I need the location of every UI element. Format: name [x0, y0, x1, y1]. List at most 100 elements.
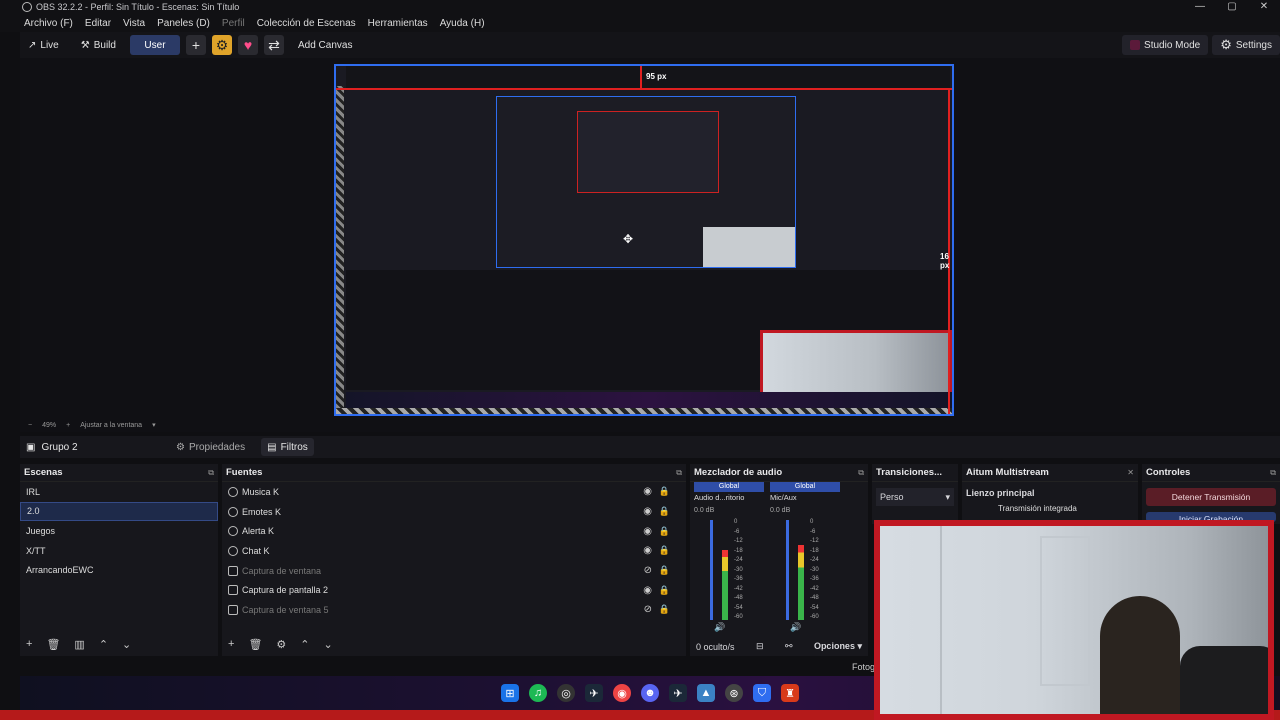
source-item[interactable]: Emotes K ◉ 🔒	[222, 502, 686, 522]
mixer-options-button[interactable]: Opciones ▾	[814, 641, 862, 652]
source-item[interactable]: Chat K ◉ 🔒	[222, 541, 686, 561]
eye-icon[interactable]: ◉	[643, 486, 652, 497]
undock-icon[interactable]: ⧉	[676, 468, 682, 478]
undock-icon[interactable]: ⧉	[1270, 468, 1276, 478]
lock-icon[interactable]: 🔒	[659, 585, 670, 596]
zoom-in-button[interactable]: +	[66, 422, 70, 429]
mixer-channel-name[interactable]: Audio d...ritorio	[694, 493, 764, 502]
maximize-button[interactable]: ▢	[1216, 0, 1248, 14]
mixer-channel-name[interactable]: Mic/Aux	[770, 493, 840, 502]
shield-icon[interactable]: ⛉	[753, 684, 771, 702]
source-item[interactable]: Captura de ventana ⊘ 🔒	[222, 561, 686, 581]
zoom-out-button[interactable]: −	[28, 422, 32, 429]
steam-alt-icon[interactable]: ✈	[669, 684, 687, 702]
move-down-icon[interactable]: ⌄	[324, 638, 333, 651]
menu-ayuda[interactable]: Ayuda (H)	[440, 18, 485, 29]
lock-icon[interactable]: 🔒	[659, 486, 670, 497]
add-source-icon[interactable]: +	[228, 638, 234, 650]
eye-icon[interactable]: ◉	[643, 545, 652, 556]
menu-bar: Archivo (F) Editar Vista Paneles (D) Per…	[0, 14, 1280, 32]
chevron-down-icon: ▾	[945, 491, 950, 502]
lock-icon[interactable]: 🔒	[659, 604, 670, 615]
group-indicator: ▣ Grupo 2	[20, 442, 160, 453]
mute-icon[interactable]: 🔊	[714, 622, 725, 633]
menu-perfil[interactable]: Perfil	[222, 18, 245, 29]
properties-button[interactable]: ⚙ Propiedades	[170, 438, 251, 456]
scene-item[interactable]: 2.0	[20, 501, 218, 522]
volume-fader[interactable]	[710, 520, 713, 620]
menu-herramientas[interactable]: Herramientas	[368, 18, 428, 29]
fit-to-window-select[interactable]: Ajustar a la ventana	[80, 422, 142, 429]
move-up-icon[interactable]: ⌃	[300, 638, 309, 651]
zoom-bar: − 49% + Ajustar a la ventana ▾	[20, 418, 1280, 432]
source-item[interactable]: Captura de ventana 5 ⊘ 🔒	[222, 600, 686, 620]
mixer-channel-db: 0.0 dB	[694, 507, 715, 514]
obs-taskbar-icon[interactable]: ◎	[557, 684, 575, 702]
mute-icon[interactable]: 🔊	[790, 622, 801, 633]
studio-mode-button[interactable]: Studio Mode	[1122, 35, 1209, 55]
delete-scene-icon[interactable]: 🗑	[46, 638, 60, 651]
add-canvas-button[interactable]: Add Canvas	[290, 35, 360, 55]
add-scene-icon[interactable]: +	[26, 638, 32, 650]
source-settings-icon[interactable]: ⚙	[276, 638, 286, 651]
photos-icon[interactable]: ▲	[697, 684, 715, 702]
app-circle-icon[interactable]: ⊛	[725, 684, 743, 702]
menu-editar[interactable]: Editar	[85, 18, 111, 29]
brave-icon[interactable]: ♜	[781, 684, 799, 702]
spotify-icon[interactable]: ♫	[529, 684, 547, 702]
move-up-icon[interactable]: ⌃	[99, 638, 108, 651]
eye-hidden-icon[interactable]: ⊘	[644, 604, 652, 615]
build-button[interactable]: ⚒ Build	[73, 35, 124, 55]
stop-stream-button[interactable]: Detener Transmisión	[1146, 488, 1276, 506]
scene-filters-icon[interactable]: ▥	[74, 638, 84, 651]
volume-fader[interactable]	[786, 520, 789, 620]
mixer-layout-icon[interactable]: ⊟	[756, 641, 764, 652]
chrome-icon[interactable]: ◉	[613, 684, 631, 702]
preview-canvas[interactable]: 95 px 16 px ✥	[334, 64, 954, 416]
plugin-gear-icon[interactable]: ⚙	[211, 35, 232, 55]
lock-icon[interactable]: 🔒	[659, 506, 670, 517]
audio-source-icon	[228, 545, 238, 556]
menu-coleccion-escenas[interactable]: Colección de Escenas	[257, 18, 356, 29]
settings-button[interactable]: ⚙ Settings	[1212, 35, 1280, 55]
windows-start-icon[interactable]: ⊞	[501, 684, 519, 702]
lock-icon[interactable]: 🔒	[659, 526, 670, 537]
eye-icon[interactable]: ◉	[643, 506, 652, 517]
scene-item[interactable]: IRL	[20, 482, 218, 502]
move-down-icon[interactable]: ⌄	[122, 638, 131, 651]
minimize-button[interactable]: —	[1184, 0, 1216, 14]
lock-icon[interactable]: 🔒	[659, 545, 670, 556]
menu-archivo[interactable]: Archivo (F)	[24, 18, 73, 29]
eye-icon[interactable]: ◉	[643, 585, 652, 596]
menu-vista[interactable]: Vista	[123, 18, 145, 29]
undock-icon[interactable]: ⧉	[208, 468, 214, 478]
shuffle-icon[interactable]: ⇄	[263, 35, 284, 55]
live-button[interactable]: ↗ Live	[20, 35, 67, 55]
source-name: Captura de ventana 5	[242, 604, 329, 615]
menu-paneles[interactable]: Paneles (D)	[157, 18, 210, 29]
transition-select[interactable]: Perso ▾	[876, 488, 954, 506]
discord-icon[interactable]: ☻	[641, 684, 659, 702]
source-item[interactable]: Alerta K ◉ 🔒	[222, 521, 686, 541]
lock-icon[interactable]: 🔒	[659, 565, 670, 576]
undock-icon[interactable]: ⧉	[858, 468, 864, 478]
steam-icon[interactable]: ✈	[585, 684, 603, 702]
close-dock-icon[interactable]: ✕	[1127, 468, 1134, 477]
heart-icon[interactable]: ♥	[237, 35, 258, 55]
source-item[interactable]: Captura de pantalla 2 ◉ 🔒	[222, 580, 686, 600]
filters-button[interactable]: ▤ Filtros	[261, 438, 314, 456]
scene-item[interactable]: ArrancandoEWC	[20, 560, 218, 580]
close-window-button[interactable]: ✕	[1248, 0, 1280, 14]
mixer-link-icon[interactable]: ⚯	[785, 641, 793, 652]
volume-meter	[722, 550, 728, 620]
delete-source-icon[interactable]: 🗑	[248, 638, 262, 651]
add-icon[interactable]: +	[185, 35, 206, 55]
eye-hidden-icon[interactable]: ⊘	[644, 565, 652, 576]
crop-hatch-left	[336, 86, 344, 414]
source-item[interactable]: Musica K ◉ 🔒	[222, 482, 686, 502]
eye-icon[interactable]: ◉	[643, 526, 652, 537]
user-button[interactable]: User	[129, 35, 180, 55]
scene-item[interactable]: X/TT	[20, 541, 218, 561]
scene-item[interactable]: Juegos	[20, 521, 218, 541]
chevron-down-icon[interactable]: ▾	[152, 421, 156, 429]
